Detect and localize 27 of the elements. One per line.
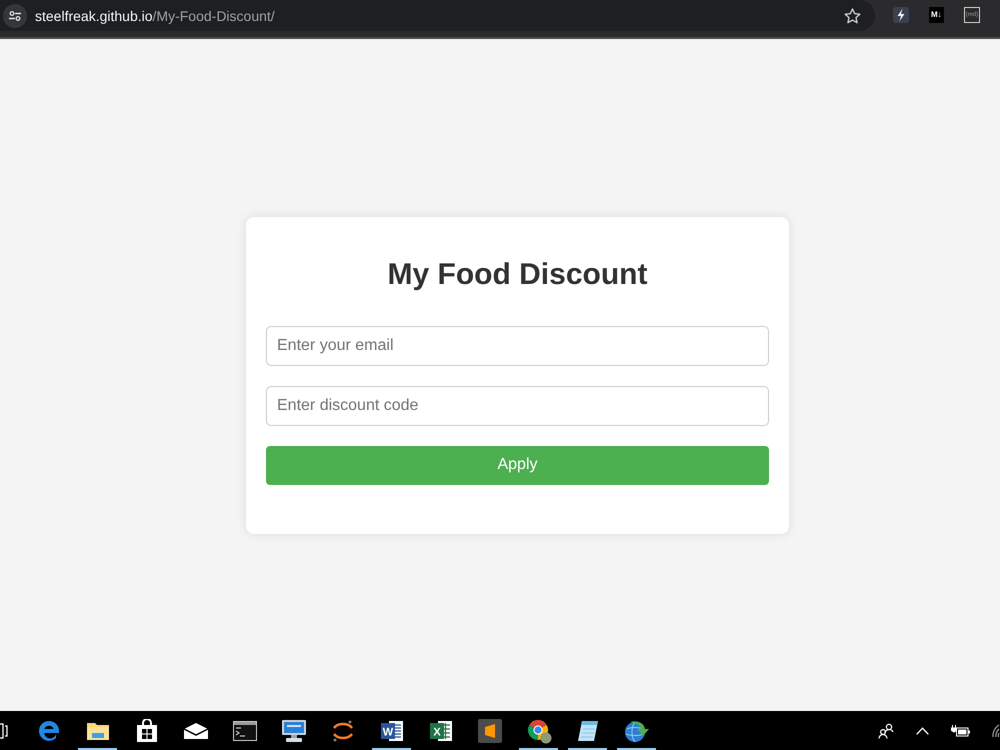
taskbar-button[interactable]: X bbox=[416, 711, 465, 750]
e-logo-icon bbox=[38, 720, 60, 742]
url-text[interactable]: steelfreak.github.io/My-Food-Discount/ bbox=[35, 8, 275, 22]
battery-icon[interactable] bbox=[951, 724, 970, 736]
notepad-icon bbox=[576, 718, 600, 742]
input-field[interactable]: Enter discount code bbox=[266, 386, 769, 426]
lightning-icon[interactable] bbox=[893, 7, 909, 23]
wifi-icon[interactable] bbox=[992, 724, 1000, 738]
chevron-up-icon[interactable] bbox=[916, 726, 929, 734]
globe-arrow-icon bbox=[624, 718, 650, 742]
orbit-icon bbox=[330, 718, 354, 742]
extension-button[interactable]: M↓ bbox=[929, 7, 944, 23]
bookmark-star-icon[interactable] bbox=[844, 8, 861, 24]
window-outline-icon[interactable] bbox=[0, 722, 8, 738]
sliders-icon bbox=[9, 10, 21, 20]
site-info-button[interactable] bbox=[3, 4, 27, 28]
shopping-bag-icon bbox=[136, 718, 158, 742]
folder-icon bbox=[86, 720, 110, 740]
envelope-icon bbox=[182, 722, 208, 740]
terminal-icon bbox=[232, 720, 256, 740]
address-bar[interactable]: steelfreak.github.io/My-Food-Discount/ bbox=[0, 0, 875, 31]
computer-icon bbox=[280, 718, 306, 742]
people-icon[interactable] bbox=[878, 722, 894, 738]
segmented-circle-icon bbox=[526, 718, 552, 744]
input-field[interactable]: Enter your email bbox=[266, 326, 769, 366]
card-title: My Food Discount bbox=[386, 256, 648, 292]
editor-logo-icon bbox=[478, 718, 502, 742]
